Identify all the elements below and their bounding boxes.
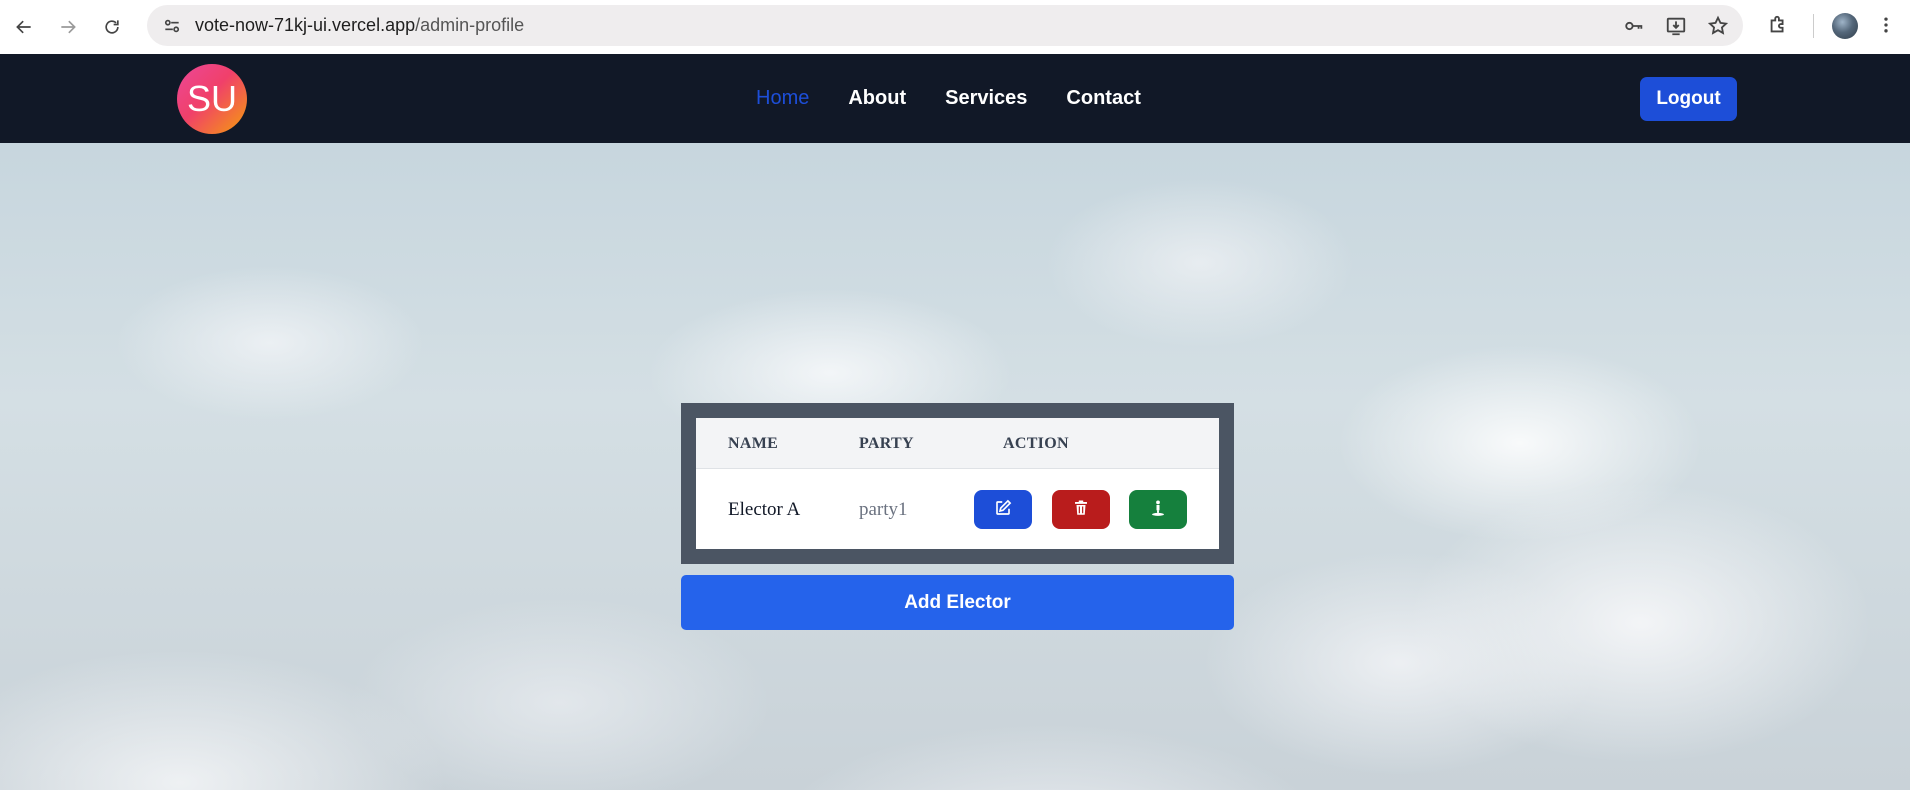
extensions-puzzle-icon[interactable] <box>1764 11 1792 39</box>
elector-name: Elector A <box>728 498 801 520</box>
trash-icon <box>1072 499 1090 520</box>
vote-person-icon <box>1149 499 1167 520</box>
vote-button[interactable] <box>1129 490 1187 529</box>
profile-avatar[interactable] <box>1832 13 1858 39</box>
nav-services[interactable]: Services <box>945 87 1027 110</box>
forward-arrow-icon[interactable] <box>50 9 86 45</box>
logout-button[interactable]: Logout <box>1640 77 1737 121</box>
back-arrow-icon[interactable] <box>6 9 42 45</box>
table-header: NAME PARTY ACTION <box>696 418 1219 469</box>
browser-toolbar: vote-now-71kj-ui.vercel.app/admin-profil… <box>0 0 1910 54</box>
site-logo[interactable]: SU <box>177 64 247 134</box>
column-header-name: NAME <box>728 434 779 452</box>
reload-icon[interactable] <box>94 9 130 45</box>
nav-about[interactable]: About <box>848 87 906 110</box>
url-text: vote-now-71kj-ui.vercel.app/admin-profil… <box>195 15 524 36</box>
bookmark-star-icon[interactable] <box>1705 13 1731 39</box>
nav-home[interactable]: Home <box>756 87 809 110</box>
electors-table-card: NAME PARTY ACTION Elector A party1 <box>681 403 1234 564</box>
column-header-action: ACTION <box>1003 434 1069 452</box>
install-app-icon[interactable] <box>1663 13 1689 39</box>
delete-button[interactable] <box>1052 490 1110 529</box>
logo-text: SU <box>186 78 237 119</box>
elector-party: party1 <box>859 498 908 520</box>
key-icon[interactable] <box>1621 13 1647 39</box>
toolbar-divider <box>1813 14 1814 38</box>
nav-contact[interactable]: Contact <box>1066 87 1140 110</box>
edit-icon <box>994 499 1012 520</box>
url-host: vote-now-71kj-ui.vercel.app <box>195 15 416 35</box>
address-bar[interactable]: vote-now-71kj-ui.vercel.app/admin-profil… <box>147 5 1743 46</box>
main-nav: Home About Services Contact <box>756 54 1180 143</box>
url-path: /admin-profile <box>415 15 525 35</box>
table-row: Elector A party1 <box>696 470 1219 549</box>
site-info-icon[interactable] <box>159 13 185 39</box>
add-elector-button[interactable]: Add Elector <box>681 575 1234 630</box>
column-header-party: PARTY <box>859 434 914 452</box>
electors-table: NAME PARTY ACTION Elector A party1 <box>696 418 1219 549</box>
edit-button[interactable] <box>974 490 1032 529</box>
kebab-menu-icon[interactable] <box>1876 11 1896 39</box>
site-header: SU Home About Services Contact Logout <box>0 54 1910 143</box>
